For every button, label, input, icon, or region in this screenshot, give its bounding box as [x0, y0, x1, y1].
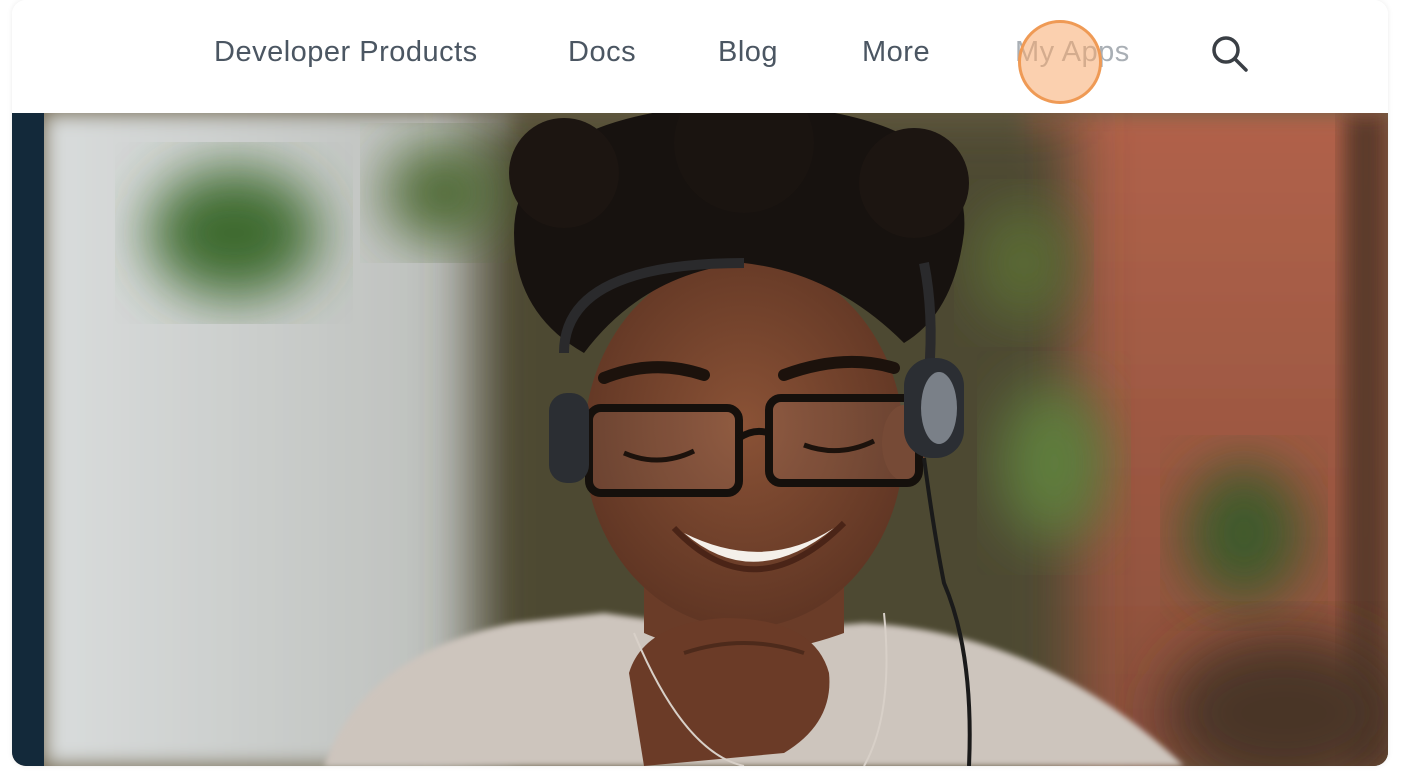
nav-link-docs[interactable]: Docs — [568, 36, 636, 69]
nav-link-blog[interactable]: Blog — [718, 36, 778, 69]
hero-photo-woman-with-headset — [44, 113, 1388, 766]
search-button[interactable] — [1208, 32, 1252, 76]
page-frame: Developer Products Docs Blog More My App… — [12, 0, 1388, 766]
search-icon — [1212, 36, 1248, 72]
nav-link-my-apps[interactable]: My Apps — [1015, 36, 1130, 69]
nav-link-developer-products[interactable]: Developer Products — [214, 36, 478, 69]
hero-banner — [12, 113, 1388, 766]
nav-link-more[interactable]: More — [862, 36, 930, 69]
hero-left-stripe — [12, 113, 44, 766]
top-navigation-bar: Developer Products Docs Blog More My App… — [12, 0, 1388, 113]
